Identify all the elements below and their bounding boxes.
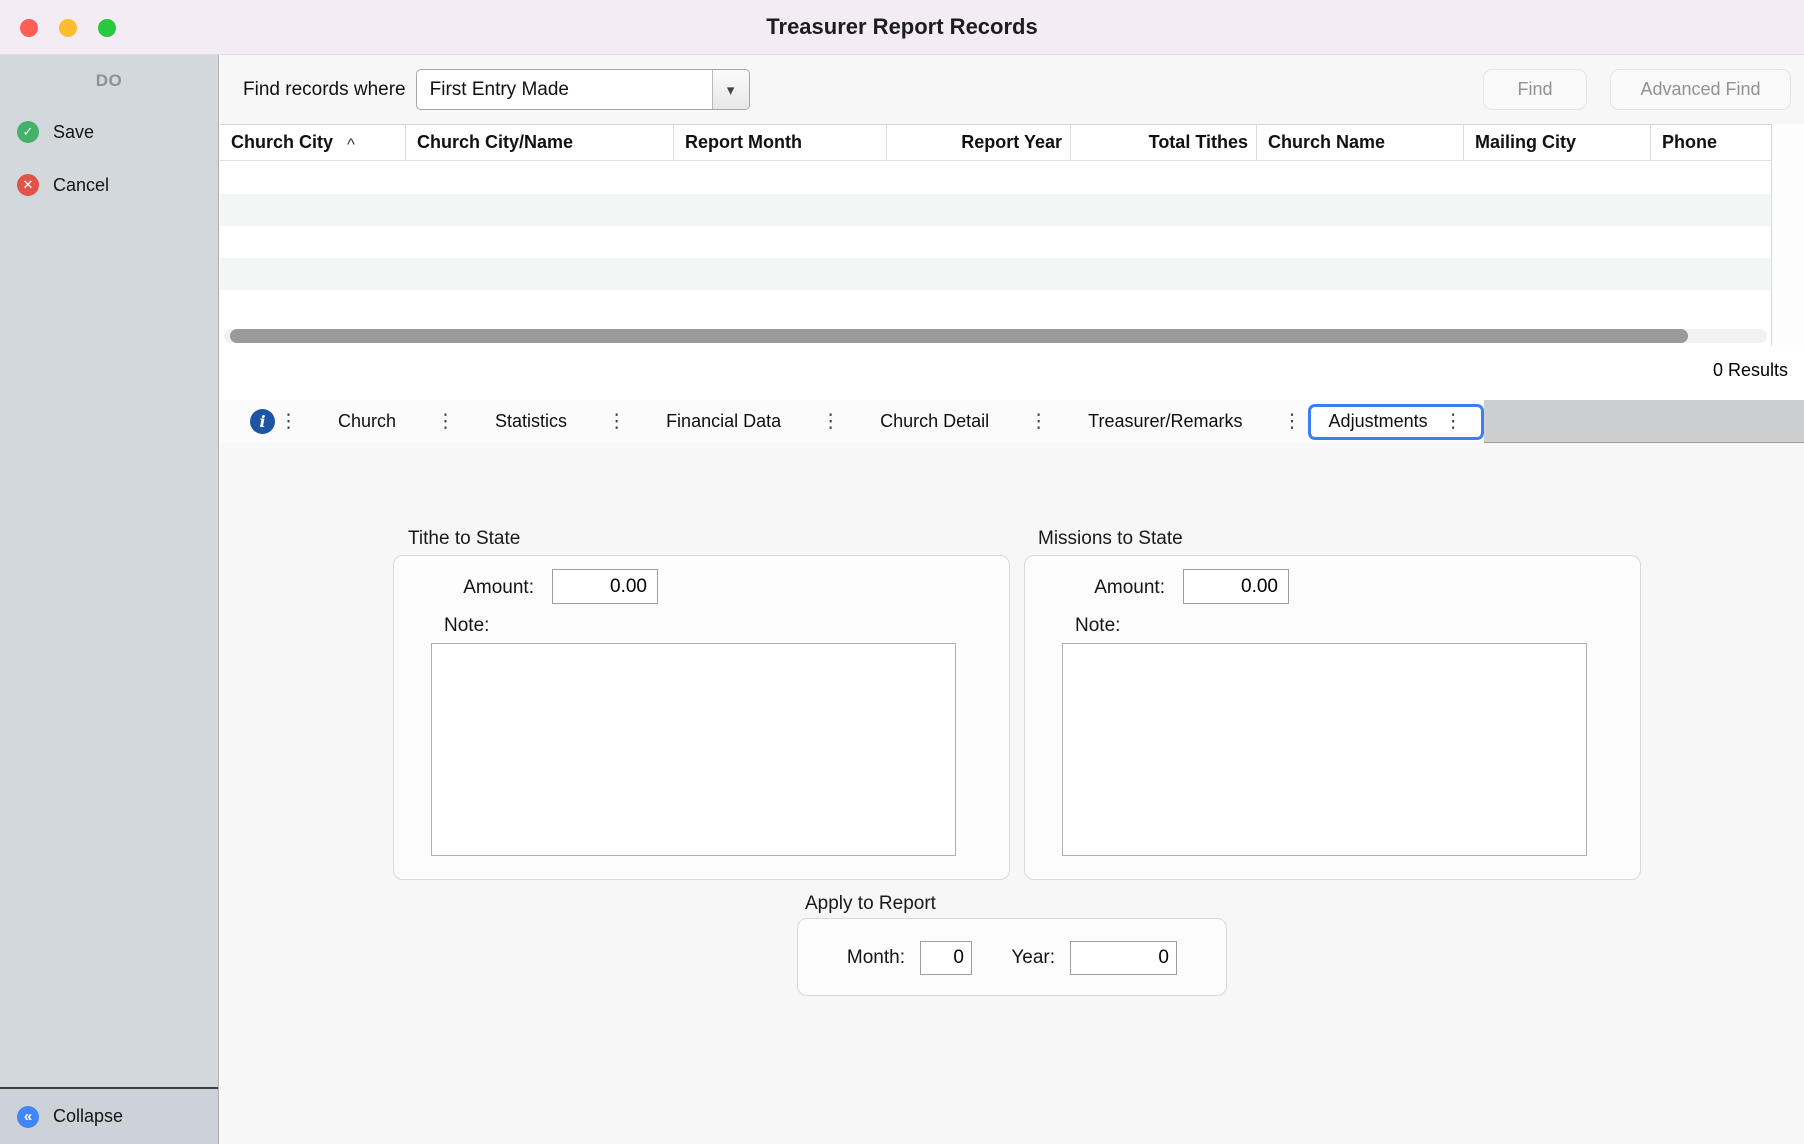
tithe-to-state-title: Tithe to State [408, 528, 520, 550]
tithe-note-textarea[interactable] [431, 643, 956, 856]
month-input[interactable] [920, 941, 972, 975]
find-field-dropdown-value: First Entry Made [417, 79, 712, 101]
column-header-total-tithes[interactable]: Total Tithes [1071, 125, 1257, 160]
column-label: Report Month [685, 132, 802, 153]
close-window-button[interactable] [20, 19, 38, 37]
title-bar: Treasurer Report Records [0, 0, 1804, 55]
column-header-report-year[interactable]: Report Year [887, 125, 1071, 160]
column-header-church-name[interactable]: Church Name [1257, 125, 1464, 160]
missions-amount-label: Amount: [1025, 577, 1165, 599]
results-table-body [220, 162, 1771, 322]
missions-note-label: Note: [1075, 615, 1120, 637]
cancel-label: Cancel [53, 175, 109, 196]
find-bar: Find records where First Entry Made ▾ Fi… [220, 55, 1804, 124]
tab-separator-icon: ⋮ [1283, 410, 1302, 433]
table-row [220, 194, 1771, 226]
table-row [220, 290, 1771, 322]
cancel-button[interactable]: ✕ Cancel [0, 170, 218, 200]
missions-to-state-title: Missions to State [1038, 528, 1183, 550]
sort-ascending-icon: ^ [347, 135, 355, 155]
tab-separator-icon: ⋮ [1029, 410, 1048, 433]
missions-to-state-group: Amount: Note: [1024, 555, 1641, 880]
tab-treasurer-remarks[interactable]: Treasurer/Remarks [1052, 411, 1278, 432]
results-count: 0 Results [1713, 360, 1788, 381]
tab-adjustments-selected[interactable]: Adjustments ⋮ [1308, 404, 1484, 440]
tab-separator-icon: ⋮ [821, 410, 840, 433]
collapse-label: Collapse [53, 1106, 123, 1127]
column-header-church-city-name[interactable]: Church City/Name [406, 125, 674, 160]
tab-adjustments-label: Adjustments [1329, 411, 1428, 432]
missions-note-textarea[interactable] [1062, 643, 1587, 856]
sidebar-section-header: DO [0, 55, 218, 91]
table-row [220, 162, 1771, 194]
collapse-chevrons-icon: « [17, 1106, 39, 1128]
column-label: Church City [231, 132, 333, 153]
column-label: Total Tithes [1149, 132, 1248, 153]
find-field-dropdown[interactable]: First Entry Made ▾ [416, 69, 750, 110]
collapse-sidebar-button[interactable]: « Collapse [0, 1087, 218, 1144]
column-header-mailing-city[interactable]: Mailing City [1464, 125, 1651, 160]
column-header-report-month[interactable]: Report Month [674, 125, 887, 160]
tab-separator-icon: ⋮ [279, 410, 298, 433]
tab-separator-icon: ⋮ [1444, 410, 1463, 433]
tithe-amount-label: Amount: [394, 577, 534, 599]
minimize-window-button[interactable] [59, 19, 77, 37]
save-button[interactable]: ✓ Save [0, 117, 218, 147]
chevron-down-icon[interactable]: ▾ [712, 70, 749, 109]
vertical-scrollbar-track [1771, 124, 1804, 346]
tithe-note-label: Note: [444, 615, 489, 637]
tab-separator-icon: ⋮ [436, 410, 455, 433]
results-count-band: 0 Results [220, 346, 1804, 400]
tab-bar: i ⋮ Church ⋮ Statistics ⋮ Financial Data… [220, 400, 1804, 443]
save-label: Save [53, 122, 94, 143]
column-label: Phone [1662, 132, 1717, 153]
table-row [220, 258, 1771, 290]
column-label: Mailing City [1475, 132, 1576, 153]
save-check-icon: ✓ [17, 121, 39, 143]
column-label: Report Year [961, 132, 1062, 153]
info-icon[interactable]: i [250, 409, 275, 434]
tithe-to-state-group: Amount: Note: [393, 555, 1010, 880]
column-label: Church Name [1268, 132, 1385, 153]
window-title: Treasurer Report Records [766, 14, 1037, 40]
tithe-amount-input[interactable] [552, 569, 658, 604]
year-input[interactable] [1070, 941, 1177, 975]
column-header-church-city[interactable]: Church City ^ [220, 125, 406, 160]
zoom-window-button[interactable] [98, 19, 116, 37]
horizontal-scrollbar-thumb[interactable] [230, 329, 1688, 343]
tab-separator-icon: ⋮ [607, 410, 626, 433]
tab-church[interactable]: Church [302, 411, 432, 432]
column-header-phone[interactable]: Phone [1651, 125, 1771, 160]
tab-statistics[interactable]: Statistics [459, 411, 603, 432]
table-row [220, 226, 1771, 258]
tab-bar-filler [1484, 400, 1804, 443]
tab-church-detail[interactable]: Church Detail [844, 411, 1025, 432]
advanced-find-button[interactable]: Advanced Find [1610, 69, 1791, 110]
sidebar: DO ✓ Save ✕ Cancel « Collapse [0, 55, 219, 1144]
missions-amount-input[interactable] [1183, 569, 1289, 604]
cancel-x-icon: ✕ [17, 174, 39, 196]
results-table-header: Church City ^ Church City/Name Report Mo… [220, 124, 1771, 161]
month-label: Month: [798, 947, 905, 969]
find-button[interactable]: Find [1483, 69, 1587, 110]
tab-financial-data[interactable]: Financial Data [630, 411, 817, 432]
apply-to-report-title: Apply to Report [805, 893, 936, 915]
column-label: Church City/Name [417, 132, 573, 153]
find-records-where-label: Find records where [243, 79, 406, 101]
year-label: Year: [978, 947, 1055, 969]
apply-to-report-group: Month: Year: [797, 918, 1227, 996]
horizontal-scrollbar [220, 326, 1771, 346]
